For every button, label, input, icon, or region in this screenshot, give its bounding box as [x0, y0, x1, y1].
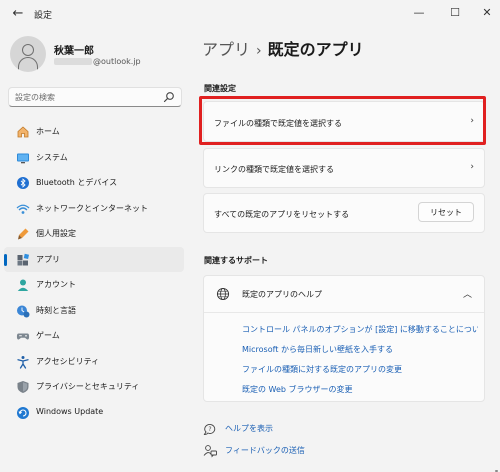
app-title: 設定: [34, 11, 53, 21]
time-language-icon: [17, 305, 30, 317]
avatar[interactable]: [10, 36, 46, 72]
avatar-body-icon: [18, 57, 38, 71]
sidebar-item-label: ゲーム: [36, 331, 60, 340]
sidebar-item-time-language[interactable]: 時刻と言語: [4, 298, 184, 324]
help-card: 既定のアプリのヘルプ ︿ コントロール パネルのオプションが [設定] に移動す…: [203, 275, 485, 402]
search-icon[interactable]: [163, 91, 175, 103]
sidebar-item-bluetooth[interactable]: Bluetooth とデバイス: [4, 170, 184, 196]
sidebar-item-home[interactable]: ホーム: [4, 119, 184, 145]
help-link[interactable]: ファイルの種類に対する既定のアプリの変更: [242, 364, 478, 384]
sidebar-item-label: システム: [36, 152, 68, 162]
network-icon: [16, 204, 30, 214]
reset-all-defaults-row: すべての既定のアプリをリセットする リセット: [203, 193, 485, 233]
sidebar-item-privacy[interactable]: プライバシーとセキュリティ: [4, 374, 184, 400]
reset-button[interactable]: リセット: [418, 202, 474, 222]
sidebar-item-apps[interactable]: アプリ: [4, 246, 184, 272]
feedback-label: フィードバックの送信: [225, 446, 305, 455]
redacted-email-local-part: [54, 58, 92, 65]
back-arrow-icon[interactable]: ←: [8, 4, 28, 24]
sidebar-item-gaming[interactable]: ゲーム: [4, 323, 184, 349]
personalization-icon: [18, 228, 29, 240]
choose-defaults-by-link-type[interactable]: リンクの種類で既定値を選択する ›: [203, 148, 485, 188]
sidebar-item-network[interactable]: ネットワークとインターネット: [4, 196, 184, 222]
maximize-button[interactable]: ☐: [446, 4, 464, 22]
sidebar-item-label: プライバシーとセキュリティ: [36, 382, 140, 391]
close-button[interactable]: ✕: [478, 4, 496, 22]
help-expander-header[interactable]: 既定のアプリのヘルプ ︿: [204, 276, 484, 313]
get-help-link[interactable]: ? ヘルプを表示: [203, 421, 323, 437]
svg-text:?: ?: [208, 426, 211, 433]
sidebar-item-accounts[interactable]: アカウント: [4, 272, 184, 298]
feedback-link[interactable]: フィードバックの送信: [203, 443, 343, 459]
sidebar-item-label: アプリ: [36, 254, 60, 264]
sidebar-item-system[interactable]: システム: [4, 145, 184, 171]
help-link[interactable]: 既定の Web ブラウザーの変更: [242, 384, 478, 404]
breadcrumb-parent[interactable]: アプリ: [202, 40, 250, 59]
apps-icon: [17, 253, 30, 265]
help-title: 既定のアプリのヘルプ: [242, 290, 322, 299]
help-link[interactable]: コントロール パネルのオプションが [設定] に移動することについて: [242, 324, 478, 344]
page-title: 既定のアプリ: [267, 40, 364, 59]
sidebar-item-label: アカウント: [36, 280, 76, 289]
title-bar: ← 設定 — ☐ ✕: [0, 0, 500, 28]
user-name: 秋葉一郎: [54, 46, 94, 57]
globe-icon: [216, 287, 230, 301]
search-input[interactable]: [9, 88, 171, 106]
gaming-icon: [16, 333, 30, 340]
sidebar-item-personalization[interactable]: 個人用設定: [4, 221, 184, 247]
chevron-right-icon: ›: [470, 162, 474, 172]
sidebar-item-label: 個人用設定: [36, 229, 76, 238]
windows-update-icon: [17, 406, 29, 419]
shield-icon: [17, 381, 29, 393]
help-icon: ?: [203, 424, 216, 435]
chevron-up-icon[interactable]: ︿: [463, 287, 472, 300]
user-email-domain: @outlook.jp: [93, 57, 141, 66]
sidebar-item-windows-update[interactable]: Windows Update: [4, 400, 184, 426]
account-icon: [17, 279, 29, 291]
sidebar-nav: ホーム システム Bluetooth とデバイス ネットワークとインターネット …: [4, 119, 184, 425]
search-box[interactable]: [8, 87, 182, 107]
sidebar-item-label: ホーム: [36, 127, 60, 136]
active-indicator: [4, 253, 7, 266]
sidebar-item-accessibility[interactable]: アクセシビリティ: [4, 349, 184, 375]
breadcrumb: アプリ › 既定のアプリ: [202, 36, 364, 60]
avatar-head-icon: [22, 44, 34, 56]
accessibility-icon: [17, 355, 29, 369]
bluetooth-icon: [17, 177, 29, 189]
breadcrumb-separator: ›: [256, 43, 262, 59]
related-settings-heading: 関連設定: [204, 84, 236, 93]
minimize-button[interactable]: —: [410, 4, 428, 22]
get-help-label: ヘルプを表示: [225, 424, 273, 433]
sidebar-item-label: ネットワークとインターネット: [36, 203, 148, 213]
feedback-icon: [203, 445, 217, 458]
highlight-box: [199, 96, 486, 145]
sidebar-item-label: 時刻と言語: [36, 305, 76, 315]
card-label: リンクの種類で既定値を選択する: [214, 165, 334, 174]
help-link[interactable]: Microsoft から毎日新しい壁紙を入手する: [242, 344, 478, 364]
sidebar-item-label: Bluetooth とデバイス: [36, 178, 118, 187]
sidebar-item-label: アクセシビリティ: [36, 356, 100, 366]
card-label: すべての既定のアプリをリセットする: [214, 210, 350, 219]
related-support-heading: 関連するサポート: [204, 256, 268, 265]
sidebar-item-label: Windows Update: [36, 406, 104, 416]
user-email: @outlook.jp: [54, 57, 141, 66]
home-icon: [17, 126, 29, 138]
system-icon: [17, 153, 29, 163]
help-links: コントロール パネルのオプションが [設定] に移動することについて Micro…: [242, 324, 478, 404]
